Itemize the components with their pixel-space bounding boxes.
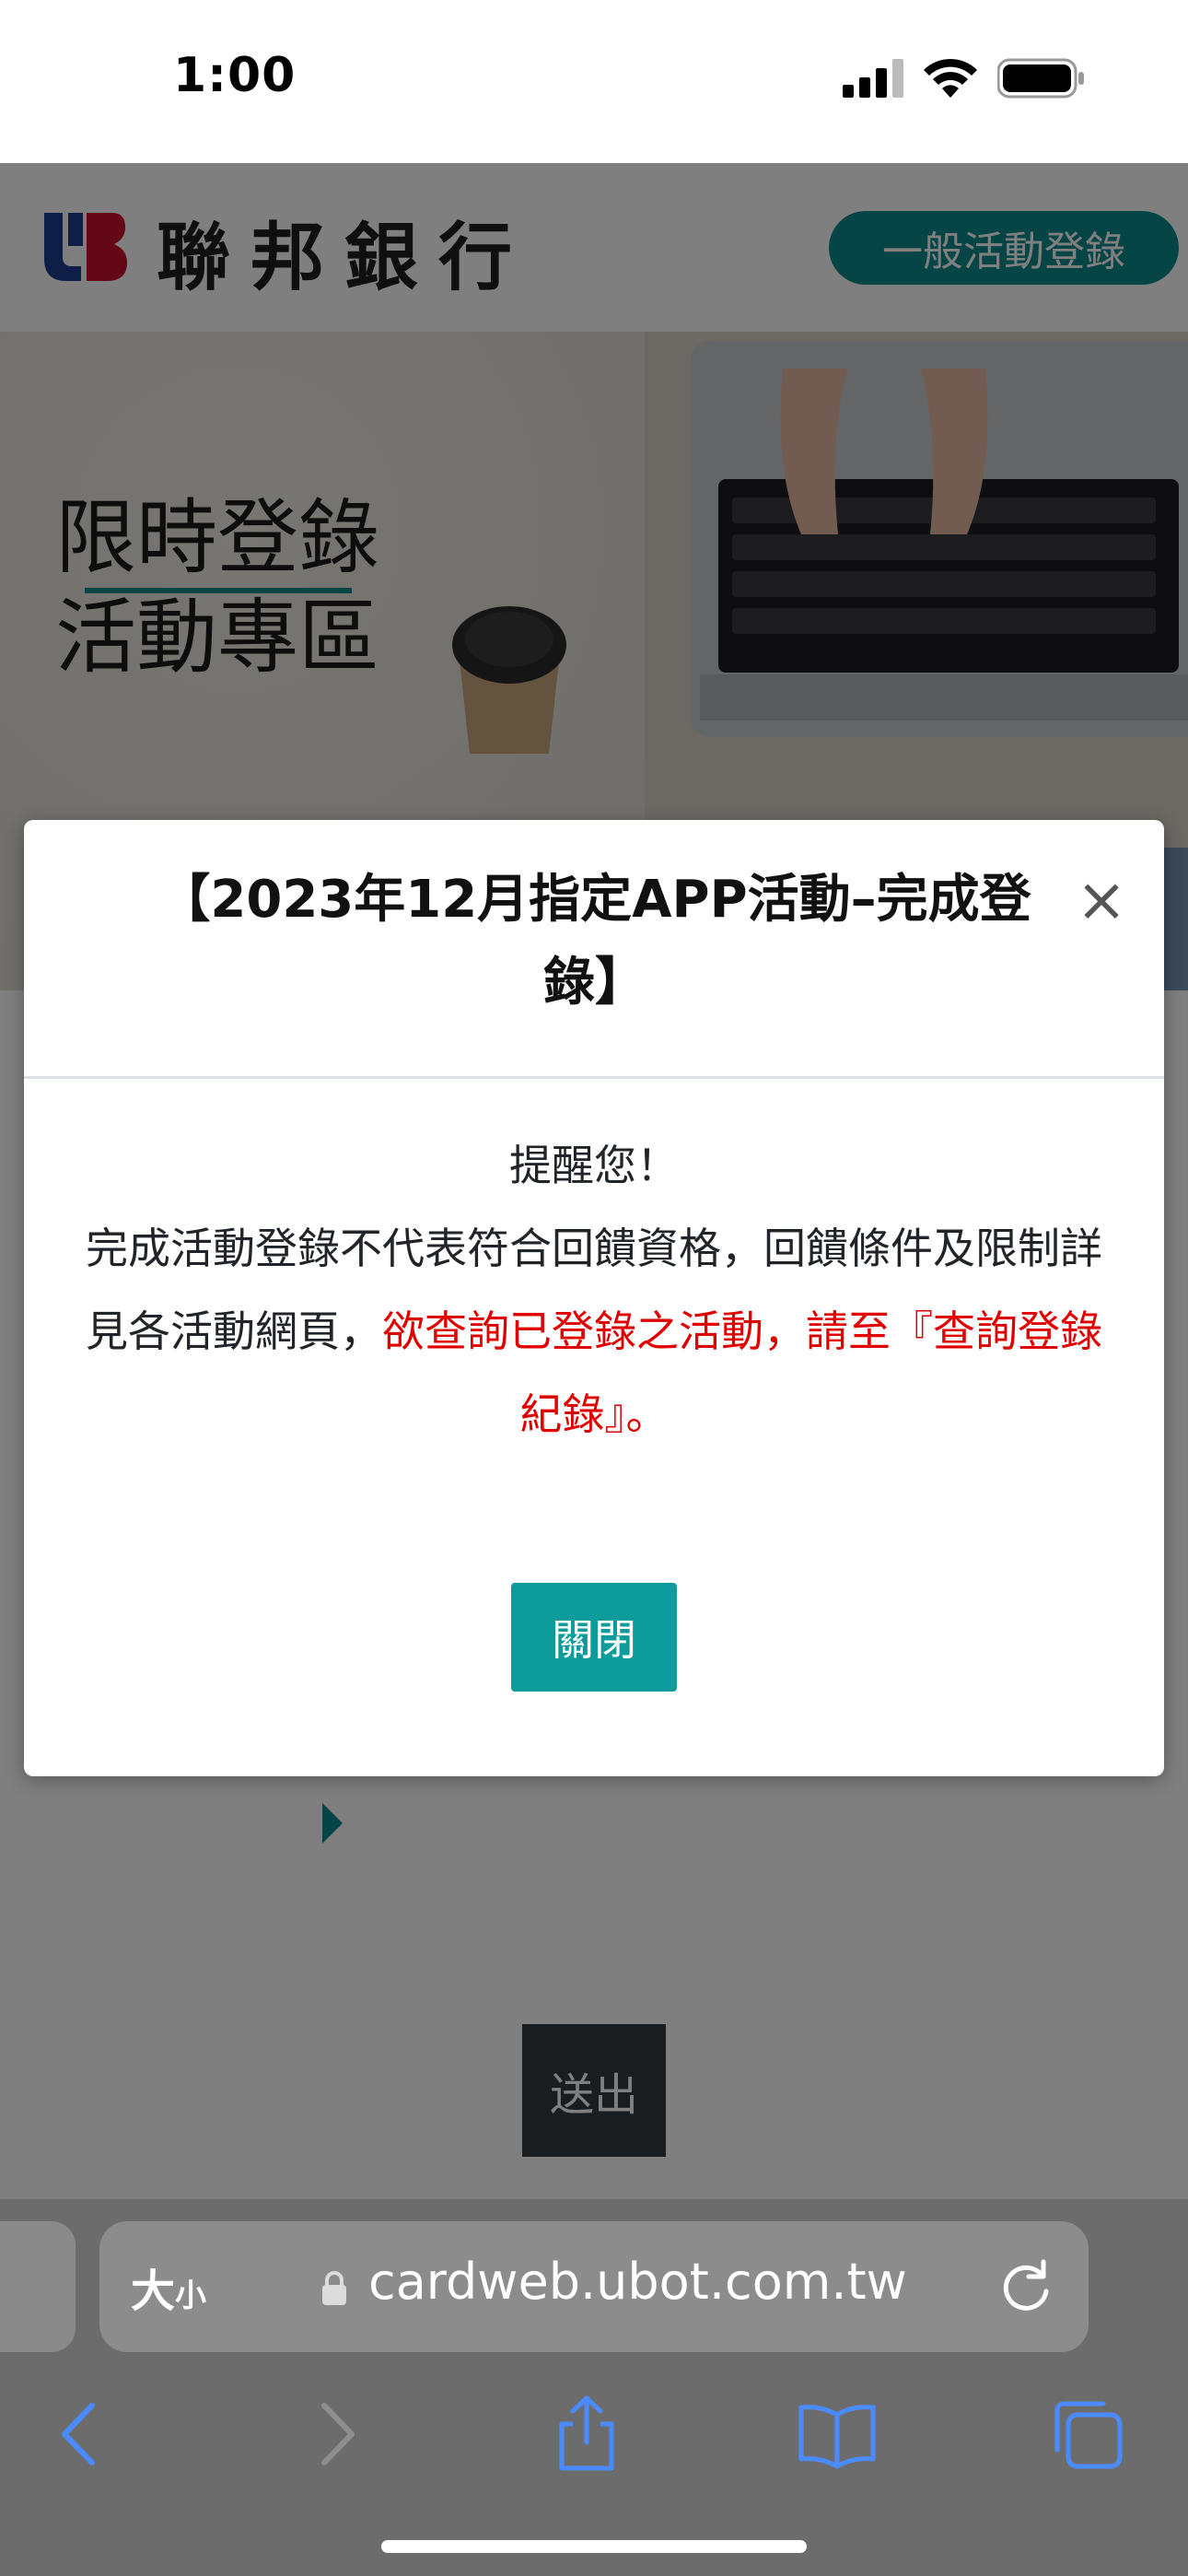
share-icon[interactable]: [545, 2393, 628, 2476]
previous-tab-card[interactable]: [0, 2221, 76, 2352]
text-size-small: 小: [175, 2277, 207, 2314]
dialog-body: 提醒您！ 完成活動登錄不代表符合回饋資格，回饋條件及限制詳見各活動網頁，欲查詢已…: [70, 1124, 1118, 1456]
back-icon[interactable]: [39, 2393, 122, 2476]
close-button[interactable]: 關閉: [511, 1583, 677, 1692]
bookmarks-icon[interactable]: [796, 2393, 879, 2476]
browser-bottom-bar: 大小 cardweb.ubot.com.tw: [0, 2199, 1188, 2576]
battery-icon: [997, 58, 1084, 99]
wifi-icon: [924, 58, 977, 98]
activity-registration-dialog: 【2023年12月指定APP活動–完成登錄】 × 提醒您！ 完成活動登錄不代表符…: [24, 820, 1164, 1776]
tabs-icon[interactable]: [1046, 2393, 1129, 2476]
reminder-heading: 提醒您！: [509, 1141, 679, 1190]
status-time: 1:00: [173, 48, 297, 103]
text-size-big: 大: [131, 2266, 176, 2317]
dialog-title: 【2023年12月指定APP活動–完成登錄】: [158, 870, 1031, 1013]
cellular-signal-icon: [843, 59, 903, 98]
address-bar[interactable]: 大小 cardweb.ubot.com.tw: [99, 2221, 1089, 2352]
status-bar: 1:00: [0, 0, 1188, 163]
dialog-header: 【2023年12月指定APP活動–完成登錄】 ×: [24, 820, 1164, 1079]
close-icon[interactable]: ×: [1069, 868, 1134, 932]
forward-icon[interactable]: [295, 2393, 378, 2476]
reload-icon[interactable]: [997, 2258, 1054, 2315]
lock-icon: [322, 2271, 346, 2305]
text-size-button[interactable]: 大小: [131, 2254, 206, 2319]
url-text: cardweb.ubot.com.tw: [368, 2253, 907, 2311]
home-indicator: [381, 2540, 807, 2553]
reminder-message: 完成活動登錄不代表符合回饋資格，回饋條件及限制詳見各活動網頁，欲查詢已登錄之活動…: [70, 1207, 1118, 1456]
message-highlight: 欲查詢已登錄之活動，請至『查詢登錄紀錄』。: [382, 1306, 1102, 1439]
